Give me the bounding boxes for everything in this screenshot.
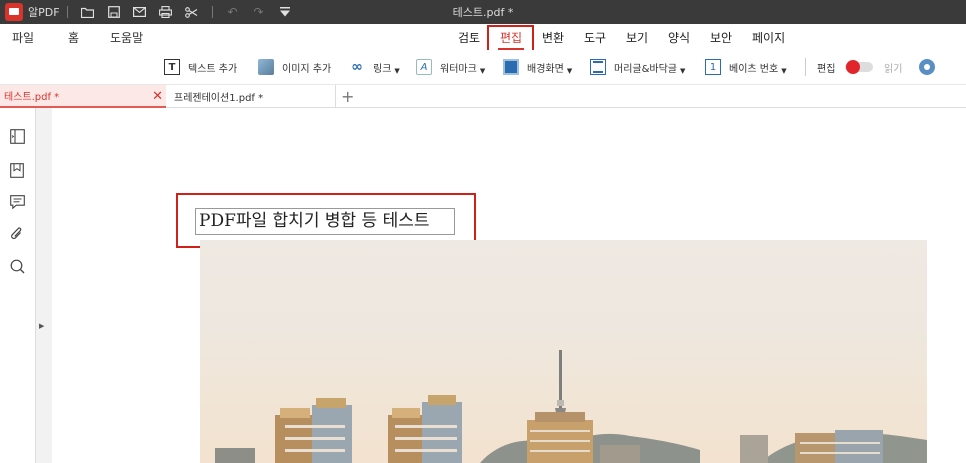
chevron-down-icon: ▼ — [394, 67, 400, 75]
add-image-button[interactable]: 이미지 추가 — [258, 56, 331, 78]
watermark-button[interactable]: A 워터마크 ▼ — [416, 56, 485, 78]
tab-form[interactable]: 양식 — [668, 29, 690, 46]
chevron-down-icon: ▼ — [566, 67, 573, 75]
add-text-label: 텍스트 추가 — [188, 63, 238, 75]
add-text-button[interactable]: T 텍스트 추가 — [164, 56, 237, 78]
tab-security[interactable]: 보안 — [710, 29, 732, 46]
background-icon — [503, 59, 519, 75]
bates-number-button[interactable]: 1 베이츠 번호 ▼ — [705, 56, 787, 78]
chevron-down-icon: ▼ — [781, 67, 787, 75]
search-icon[interactable] — [9, 258, 25, 274]
comment-icon[interactable] — [9, 194, 25, 210]
tab-page[interactable]: 페이지 — [752, 29, 785, 46]
skyline-illustration — [215, 350, 927, 463]
divider — [805, 58, 806, 76]
watermark-label: 워터마크 — [440, 63, 477, 75]
link-button[interactable]: ∞ 링크 ▼ — [349, 56, 400, 78]
divider — [211, 6, 213, 18]
city-skyline-image — [200, 240, 927, 463]
left-sidebar — [0, 108, 36, 463]
tab-label: 프레젠테이션1.pdf * — [174, 93, 264, 104]
tab-label: 테스트.pdf * — [4, 92, 60, 103]
close-icon[interactable]: ✕ — [152, 89, 163, 104]
save-icon[interactable] — [101, 0, 127, 24]
edit-mode-label: 편집 — [817, 63, 836, 75]
add-tab-icon[interactable]: + — [341, 87, 354, 106]
chevron-right-icon: ▶ — [39, 322, 45, 330]
attachment-icon[interactable] — [9, 226, 25, 242]
bates-label: 베이츠 번호 — [729, 63, 779, 75]
tab-review[interactable]: 검토 — [458, 29, 480, 46]
title-bar: 알PDF ↶ ↷ 테스트.pdf * — [0, 0, 966, 24]
background-label: 배경화면 — [527, 63, 564, 75]
bookmark-icon[interactable] — [9, 162, 25, 178]
tab-tools[interactable]: 도구 — [584, 29, 606, 46]
tab-presentation-pdf[interactable]: 프레젠테이션1.pdf * — [166, 85, 336, 108]
text-icon: T — [164, 59, 180, 75]
toggle-knob — [846, 60, 860, 74]
redo-icon[interactable]: ↷ — [246, 0, 272, 24]
tab-test-pdf[interactable]: 테스트.pdf * ✕ — [0, 85, 166, 108]
mail-icon[interactable] — [127, 0, 153, 24]
edit-tab-highlight — [487, 25, 534, 52]
header-footer-label: 머리글&바닥글 — [614, 63, 677, 75]
link-icon: ∞ — [351, 59, 363, 75]
gear-icon[interactable] — [919, 59, 935, 75]
add-image-label: 이미지 추가 — [282, 63, 332, 75]
dropdown-icon[interactable] — [272, 0, 298, 24]
menu-bar: 파일 홈 도움말 검토 편집 변환 도구 보기 양식 보안 페이지 — [0, 24, 966, 50]
read-mode-label: 읽기 — [884, 63, 903, 75]
scissors-icon[interactable] — [179, 0, 205, 24]
chevron-down-icon: ▼ — [680, 67, 686, 75]
image-icon — [258, 59, 274, 75]
menu-home[interactable]: 홈 — [68, 29, 79, 46]
tab-view[interactable]: 보기 — [626, 29, 648, 46]
sidebar-collapse-handle[interactable]: ▶ — [36, 108, 52, 463]
link-label: 링크 — [373, 63, 392, 75]
watermark-icon: A — [416, 59, 432, 75]
print-icon[interactable] — [153, 0, 179, 24]
app-name: 알PDF — [28, 6, 60, 19]
header-footer-button[interactable]: 머리글&바닥글 ▼ — [590, 56, 685, 78]
chevron-down-icon: ▼ — [479, 67, 486, 75]
edit-ribbon: T 텍스트 추가 이미지 추가 ∞ 링크 ▼ A 워터마크 ▼ 배경화면 ▼ 머… — [0, 50, 966, 84]
number-icon: 1 — [705, 59, 721, 75]
edit-read-toggle[interactable] — [845, 60, 873, 74]
app-logo-icon — [5, 3, 23, 21]
menu-help[interactable]: 도움말 — [110, 29, 143, 46]
menu-file[interactable]: 파일 — [12, 29, 34, 46]
header-footer-icon — [590, 59, 606, 75]
tab-convert[interactable]: 변환 — [542, 29, 564, 46]
divider — [66, 6, 68, 18]
background-button[interactable]: 배경화면 ▼ — [503, 56, 572, 78]
folder-icon[interactable] — [75, 0, 101, 24]
undo-icon[interactable]: ↶ — [220, 0, 246, 24]
panel-icon[interactable] — [9, 128, 25, 144]
document-tabs: 테스트.pdf * ✕ 프레젠테이션1.pdf * + — [0, 84, 966, 108]
